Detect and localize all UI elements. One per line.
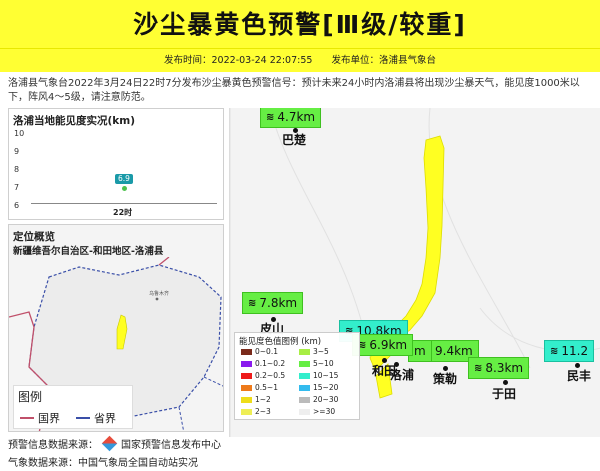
legend-label: 3~5	[313, 347, 329, 356]
legend-item: >=30	[299, 407, 335, 416]
city-label: 策勒	[433, 372, 458, 386]
data-point[interactable]	[122, 186, 127, 191]
visibility-value: 6.9km	[369, 337, 408, 352]
legend-item: 20~30	[299, 395, 338, 404]
legend-item-province-border: 省界	[76, 410, 116, 426]
warning-area-map[interactable]: ≋ 4.7km 巴楚 ≋ 7.8km 皮山 ≋ 10.8km 9.4km m ≋…	[229, 108, 600, 437]
legend-label: 2~3	[255, 407, 271, 416]
legend-label: 5~10	[313, 359, 334, 368]
y-tick: 10	[14, 129, 25, 138]
y-tick: 9	[14, 147, 20, 156]
legend-label: 0.2~0.5	[255, 371, 286, 380]
legend-swatch	[241, 396, 252, 403]
visibility-badge[interactable]: ≋ 6.9km	[352, 334, 414, 356]
visibility-value: 8.3km	[485, 360, 524, 375]
city-label: 于田	[492, 387, 517, 401]
legend-item: 5~10	[299, 359, 334, 368]
legend-label: 省界	[94, 412, 116, 425]
legend-item-national-border: 国界	[20, 410, 60, 426]
legend-label: >=30	[313, 407, 336, 416]
visibility-value: 11.2	[561, 343, 589, 358]
warning-description: 洛浦县气象台2022年3月24日22时7分发布沙尘暴黄色预警信号：预计未来24小…	[8, 78, 580, 103]
visibility-value: 4.7km	[277, 109, 316, 124]
weather-data-source: 气象数据来源：中国气象局全国自动站实况	[8, 458, 198, 469]
legend-label: 10~15	[313, 371, 339, 380]
location-overview-panel: 定位概览 新疆维吾尔自治区-和田地区-洛浦县 乌鲁木齐 图例 国界 省界	[8, 224, 224, 432]
city-label: 洛浦	[390, 368, 415, 382]
legend-swatch	[299, 408, 310, 415]
legend-item: 10~15	[299, 371, 338, 380]
warning-title: 沙尘暴黄色预警[Ⅲ级/较重]	[0, 0, 600, 48]
legend-title: 能见度色值图例 (km)	[239, 337, 322, 347]
legend-swatch	[241, 384, 252, 391]
publish-info-bar: 发布时间：2022-03-24 22:07:55 发布单位：洛浦县气象台	[0, 48, 600, 72]
legend-label: 0.1~0.2	[255, 359, 286, 368]
visibility-legend: 能见度色值图例 (km) 0~0.1 3~5 0.1~0.2 5~10 0.2~0.5 1…	[234, 332, 360, 420]
legend-swatch	[299, 360, 310, 367]
province-border-swatch	[76, 417, 90, 419]
location-title: 定位概览	[13, 231, 55, 243]
legend-item: 2~3	[241, 407, 271, 416]
visibility-badge[interactable]: ≋ 8.3km	[468, 357, 530, 379]
x-tick-label: 22时	[113, 208, 133, 217]
wind-icon: ≋	[474, 362, 483, 374]
warning-center-logo-icon	[101, 435, 118, 452]
legend-swatch	[299, 396, 310, 403]
legend-item: 0.1~0.2	[241, 359, 285, 368]
national-border-swatch	[20, 417, 34, 419]
visibility-chart-panel: 洛浦当地能见度实况(km) 10 9 8 7 6 6.9 22时	[8, 108, 224, 220]
y-tick: 6	[14, 201, 20, 210]
legend-item: 0.5~1	[241, 383, 278, 392]
legend-label: 15~20	[313, 383, 339, 392]
legend-label: 0~0.1	[255, 347, 278, 356]
overview-legend: 图例 国界 省界	[13, 385, 133, 429]
legend-label: 国界	[38, 412, 60, 425]
visibility-chart-title: 洛浦当地能见度实况(km)	[13, 115, 136, 127]
overview-city-label: 乌鲁木齐	[149, 290, 169, 297]
visibility-badge[interactable]: ≋ 11.2	[544, 340, 595, 362]
legend-label: 1~2	[255, 395, 271, 404]
location-region: 新疆维吾尔自治区-和田地区-洛浦县	[13, 246, 164, 257]
legend-title: 图例	[18, 390, 43, 404]
publish-time: 发布时间：2022-03-24 22:07:55	[164, 55, 313, 66]
visibility-value: 7.8km	[259, 295, 298, 310]
city-label: 巴楚	[282, 133, 307, 147]
wind-icon: ≋	[266, 111, 275, 123]
warning-source: 预警信息数据来源： 国家预警信息发布中心	[8, 435, 221, 452]
data-label: 6.9	[115, 174, 133, 184]
legend-swatch	[299, 384, 310, 391]
legend-label: 20~30	[313, 395, 339, 404]
visibility-badge[interactable]: ≋ 4.7km	[260, 108, 322, 128]
wind-icon: ≋	[550, 345, 559, 357]
legend-item: 15~20	[299, 383, 338, 392]
legend-item: 1~2	[241, 395, 271, 404]
legend-label: 0.5~1	[255, 383, 278, 392]
legend-item: 3~5	[299, 347, 329, 356]
legend-swatch	[241, 408, 252, 415]
x-axis-line	[31, 203, 217, 204]
source-prefix: 预警信息数据来源：	[8, 440, 98, 451]
city-label: 民丰	[567, 369, 592, 383]
legend-item: 0.2~0.5	[241, 371, 285, 380]
legend-swatch	[241, 348, 252, 355]
legend-swatch	[299, 372, 310, 379]
visibility-value: m	[414, 343, 426, 358]
visibility-badge[interactable]: ≋ 7.8km	[242, 292, 304, 314]
y-tick: 8	[14, 165, 20, 174]
publisher: 发布单位：洛浦县气象台	[331, 55, 436, 66]
wind-icon: ≋	[248, 297, 257, 309]
legend-item: 0~0.1	[241, 347, 278, 356]
legend-swatch	[241, 360, 252, 367]
legend-swatch	[299, 348, 310, 355]
legend-swatch	[241, 372, 252, 379]
y-tick: 7	[14, 183, 20, 192]
source-name[interactable]: 国家预警信息发布中心	[121, 436, 221, 451]
